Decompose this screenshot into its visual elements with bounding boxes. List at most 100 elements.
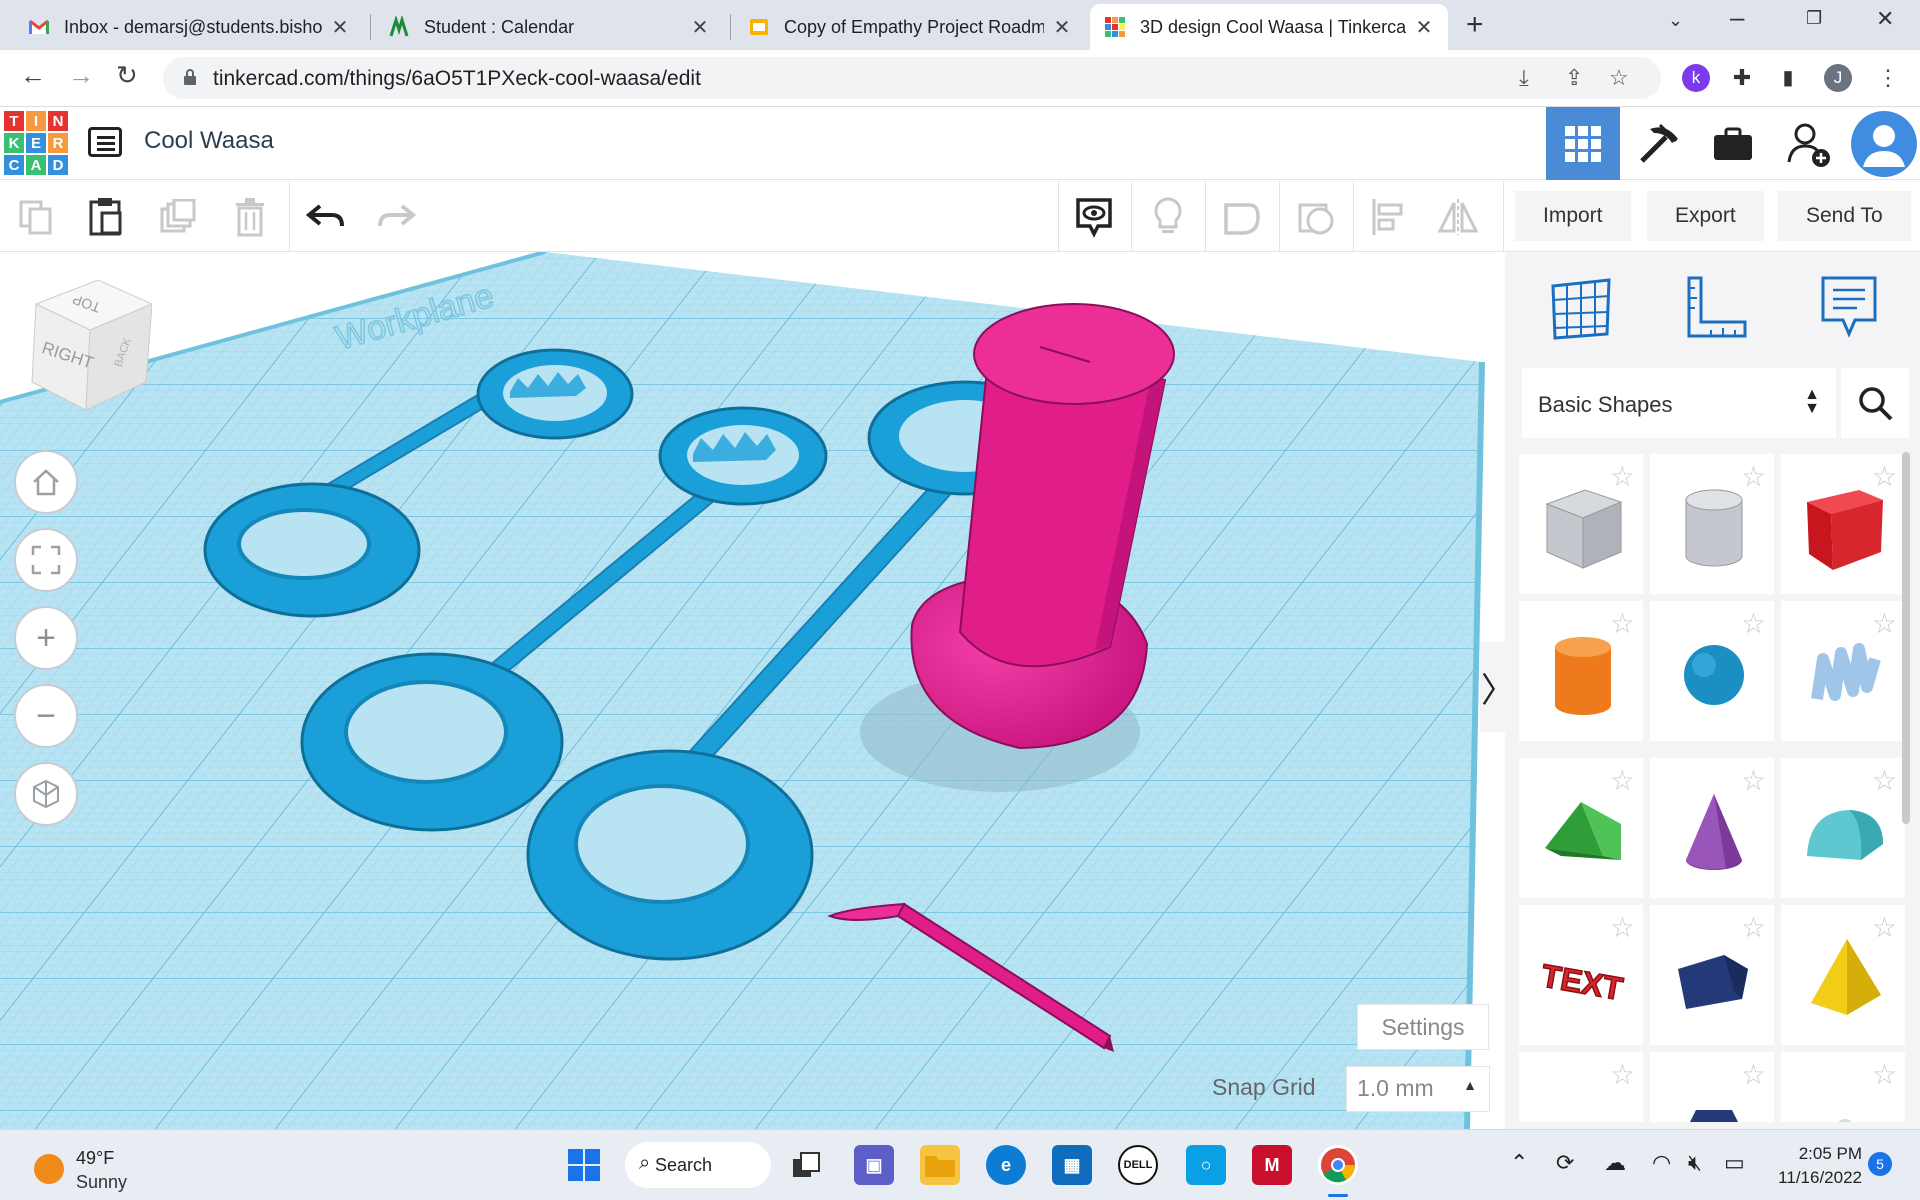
panel-scrollbar[interactable] — [1902, 452, 1910, 824]
tab-calendar[interactable]: Student : Calendar ✕ — [374, 4, 724, 50]
shape-hole-icon[interactable] — [1294, 195, 1338, 239]
shape-partial[interactable]: ☆ — [1519, 1052, 1643, 1122]
omnibox[interactable]: tinkercad.com/things/6aO5T1PXeck-cool-wa… — [163, 57, 1661, 99]
shape-cylinder[interactable]: ☆ — [1519, 601, 1643, 741]
tab-gmail[interactable]: Inbox - demarsj@students.bishop ✕ — [14, 4, 364, 50]
notes-panel-icon[interactable] — [1813, 272, 1885, 344]
copy-icon[interactable] — [14, 195, 58, 239]
shape-sphere[interactable]: ☆ — [1650, 601, 1774, 741]
notification-badge[interactable]: 5 — [1868, 1152, 1892, 1176]
minimize-icon[interactable]: – — [1730, 2, 1744, 33]
close-window-icon[interactable]: ✕ — [1876, 6, 1894, 32]
share-icon[interactable]: ⇪ — [1565, 65, 1583, 91]
wifi-icon[interactable]: ◠ — [1652, 1150, 1671, 1176]
export-button[interactable]: Export — [1647, 191, 1764, 241]
dell-support-icon[interactable]: ○ — [1186, 1145, 1226, 1185]
restore-icon[interactable]: ❐ — [1806, 8, 1822, 29]
tab-slides[interactable]: Copy of Empathy Project Roadma ✕ — [734, 4, 1086, 50]
delete-icon[interactable] — [228, 195, 272, 239]
onedrive-icon[interactable]: ☁ — [1604, 1150, 1626, 1176]
settings-button[interactable]: Settings — [1357, 1004, 1489, 1050]
workplane-icon[interactable] — [1545, 272, 1617, 344]
sync-icon[interactable]: ⟳ — [1556, 1150, 1574, 1176]
shape-cylinder-hole[interactable]: ☆ — [1650, 454, 1774, 594]
task-view-icon[interactable] — [786, 1145, 826, 1185]
close-tab-icon[interactable]: ✕ — [690, 15, 710, 40]
tab-search-icon[interactable]: ⌄ — [1668, 10, 1683, 31]
teams-chat-icon[interactable]: ▣ — [854, 1145, 894, 1185]
store-icon[interactable]: ▦ — [1052, 1145, 1092, 1185]
fit-view-icon[interactable] — [14, 528, 78, 592]
paste-icon[interactable] — [84, 195, 128, 239]
home-view-icon[interactable] — [14, 450, 78, 514]
tray-overflow-icon[interactable]: ⌃ — [1510, 1150, 1528, 1176]
battery-icon[interactable]: ▭ — [1724, 1150, 1745, 1176]
view-cube[interactable]: TOP RIGHT BACK — [28, 278, 152, 418]
extension-k-icon[interactable]: k — [1682, 64, 1710, 92]
send-to-button[interactable]: Send To — [1778, 191, 1911, 241]
new-tab-icon[interactable]: + — [1466, 8, 1484, 42]
close-tab-icon[interactable]: ✕ — [1052, 15, 1072, 40]
forward-icon[interactable]: → — [68, 60, 94, 91]
profile-avatar[interactable]: J — [1824, 64, 1852, 92]
add-user-icon[interactable] — [1772, 107, 1846, 180]
briefcase-icon[interactable] — [1696, 107, 1770, 180]
zoom-in-icon[interactable]: + — [14, 606, 78, 670]
shape-round-roof[interactable]: ☆ — [1781, 758, 1905, 898]
chrome-icon[interactable] — [1318, 1145, 1358, 1185]
tab-tinkercad[interactable]: 3D design Cool Waasa | Tinkercad ✕ — [1090, 4, 1448, 50]
shape-scribble[interactable]: ☆ — [1781, 601, 1905, 741]
search-shapes-button[interactable] — [1841, 368, 1909, 438]
volume-muted-icon[interactable]: 🔇︎ — [1688, 1150, 1702, 1176]
back-icon[interactable]: ← — [20, 60, 46, 91]
user-avatar-icon[interactable] — [1848, 107, 1920, 180]
align-icon[interactable] — [1366, 195, 1410, 239]
snap-grid-select[interactable]: 1.0 mm ▲ — [1346, 1066, 1490, 1112]
light-bulb-icon[interactable] — [1146, 195, 1190, 239]
shape-box[interactable]: ☆ — [1781, 454, 1905, 594]
import-button[interactable]: Import — [1515, 191, 1631, 241]
redo-icon[interactable] — [374, 195, 418, 239]
shape-roof[interactable]: ☆ — [1519, 758, 1643, 898]
close-tab-icon[interactable]: ✕ — [1414, 15, 1434, 40]
shape-partial[interactable]: ☆ — [1650, 1052, 1774, 1122]
perspective-icon[interactable] — [14, 762, 78, 826]
undo-icon[interactable] — [304, 195, 348, 239]
duplicate-icon[interactable] — [156, 195, 200, 239]
edge-icon[interactable]: e — [986, 1145, 1026, 1185]
grid-view-icon[interactable] — [1546, 107, 1620, 180]
shape-partial[interactable]: ☆ — [1781, 1052, 1905, 1122]
shape-box-hole[interactable]: ☆ — [1519, 454, 1643, 594]
lock-icon — [184, 69, 196, 85]
mcafee-icon[interactable]: M — [1252, 1145, 1292, 1185]
zoom-out-icon[interactable]: − — [14, 684, 78, 748]
side-panel-icon[interactable]: ▮ — [1774, 64, 1802, 92]
shape-polygon[interactable]: ☆ — [1650, 905, 1774, 1045]
notes-icon[interactable] — [1072, 195, 1116, 239]
pickaxe-icon[interactable] — [1622, 107, 1696, 180]
shape-text[interactable]: ☆ TEXT — [1519, 905, 1643, 1045]
design-title[interactable]: Cool Waasa — [144, 127, 274, 155]
shape-cone[interactable]: ☆ — [1650, 758, 1774, 898]
workplane-viewport[interactable]: Workplane TOP RIGHT BACK + − Settings Sn… — [0, 252, 1505, 1129]
taskbar-search[interactable]: ⌕ Search — [625, 1142, 771, 1188]
dell-icon[interactable]: DELL — [1118, 1145, 1158, 1185]
shape-category-select[interactable]: Basic Shapes ▲ ▼ — [1522, 368, 1836, 438]
shape-solid-icon[interactable] — [1220, 195, 1264, 239]
ruler-icon[interactable] — [1679, 272, 1751, 344]
browser-menu-icon[interactable]: ⋮ — [1874, 64, 1902, 92]
file-explorer-icon[interactable] — [920, 1145, 960, 1185]
shape-pyramid[interactable]: ☆ — [1781, 905, 1905, 1045]
collapse-panel-icon[interactable]: 〉 — [1480, 642, 1505, 732]
design-list-icon[interactable] — [88, 127, 122, 157]
reload-icon[interactable]: ↻ — [116, 60, 138, 91]
bookmark-star-icon[interactable]: ☆ — [1609, 65, 1629, 91]
install-app-icon[interactable]: ⤓ — [1519, 65, 1529, 91]
extensions-puzzle-icon[interactable]: ✚ — [1728, 64, 1756, 92]
scene-canvas[interactable]: Workplane — [0, 252, 1505, 1129]
mirror-icon[interactable] — [1436, 195, 1480, 239]
tinkercad-logo[interactable]: T I N K E R C A D — [4, 111, 68, 175]
clock[interactable]: 2:05 PM 11/16/2022 — [1772, 1144, 1862, 1188]
close-tab-icon[interactable]: ✕ — [330, 15, 350, 40]
start-icon[interactable] — [564, 1145, 604, 1185]
